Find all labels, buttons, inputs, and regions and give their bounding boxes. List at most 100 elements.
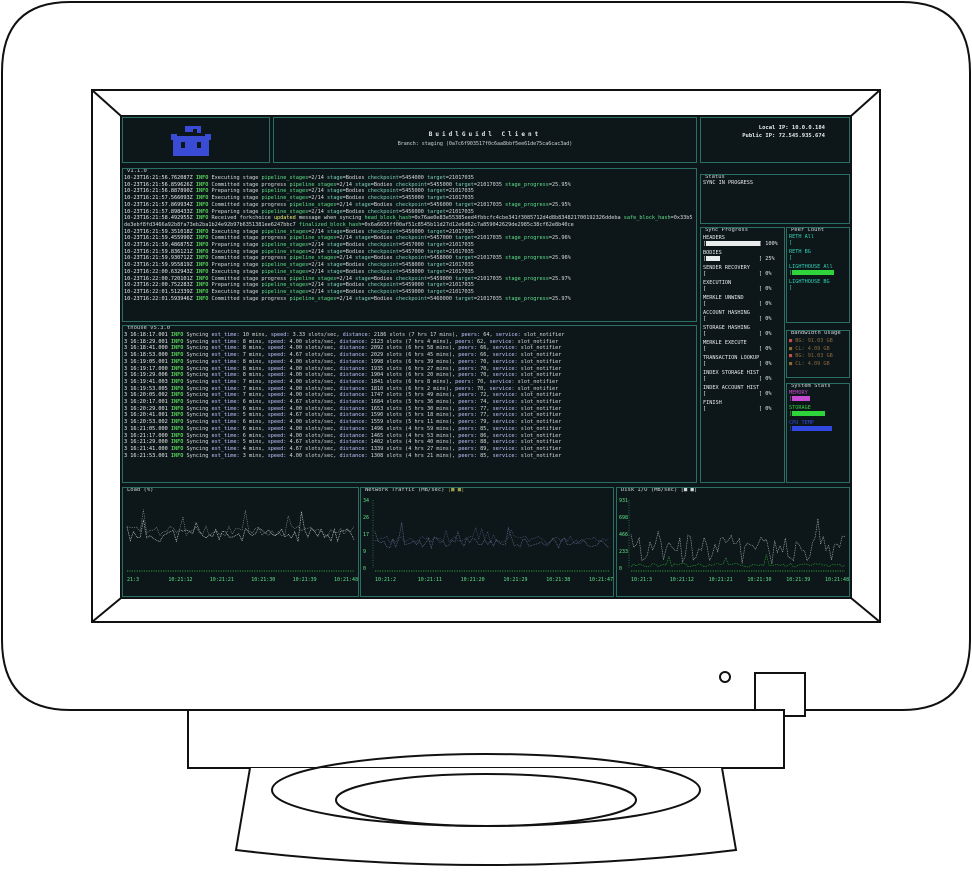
log-timestamp: 3 16:18:29.001: [124, 338, 171, 345]
log-segment: checkpoint: [395, 255, 428, 262]
log-key: service:: [492, 365, 518, 372]
log-value: 79,: [476, 419, 493, 426]
log-key: speed:: [267, 419, 287, 426]
log-key: service:: [492, 405, 518, 412]
log-key: distance:: [339, 358, 368, 365]
log-key: distance:: [342, 332, 371, 338]
log-value: 4.00 slots/sec,: [286, 452, 340, 459]
log-verb: Syncing: [183, 345, 212, 352]
log-segment: =21017035: [445, 188, 474, 195]
log-key: distance:: [339, 445, 368, 452]
log-key: est_time:: [211, 452, 240, 459]
log-value: slot_notifier: [517, 412, 562, 419]
log-level: INFO: [170, 439, 184, 446]
log-segment: 10-23T16:21:57.869934Z: [124, 201, 196, 208]
reth-log-line: 10-23T16:21:59.955819Z INFO Preparing st…: [124, 262, 693, 269]
log-segment: =5459000: [398, 288, 428, 295]
log-verb: Syncing: [183, 439, 212, 446]
sync-stage-row: [] 0%: [703, 346, 784, 353]
log-value: 2029 slots (6 hrs 45 mins),: [367, 352, 459, 359]
reth-log-line: 10-23T16:22:01.593946Z INFO Committed st…: [124, 296, 693, 303]
log-value: 1935 slots (6 hrs 27 mins),: [367, 365, 459, 372]
reth-log-panel[interactable]: v1.1.0 10-23T16:21:56.762087Z INFO Execu…: [122, 168, 697, 322]
peer-bar-row: [: [789, 285, 849, 292]
x-tick-label: 10:21:30: [251, 577, 275, 583]
log-key: distance:: [339, 425, 368, 432]
log-segment: =21017035: [445, 262, 474, 269]
log-value: 4.00 slots/sec,: [286, 392, 340, 399]
sync-stage-pct: ] 0%: [759, 391, 772, 397]
log-segment: =25.95%: [548, 201, 571, 208]
log-segment: pipeline_stages: [261, 175, 309, 181]
log-value: 1684 slots (5 hrs 36 mins),: [367, 399, 459, 406]
system-stats-title: System Stats: [790, 383, 832, 389]
log-value: slot_notifier: [517, 419, 562, 426]
reth-log-line: 10-23T16:21:57.869934Z INFO Committed st…: [124, 202, 693, 209]
public-ip: Public IP: 72.545.935.674: [742, 133, 825, 139]
lighthouse-log-line: 3 16:19:41.003 INFO Syncing est_time: 7 …: [124, 379, 564, 386]
log-segment: =Bodies: [370, 181, 396, 188]
lighthouse-log-line: 3 16:20:41.001 INFO Syncing est_time: 5 …: [124, 412, 564, 419]
log-key: peers:: [458, 399, 477, 406]
log-value: 1465 slots (4 hrs 53 mins),: [367, 432, 459, 439]
y-tick-label: 17: [363, 532, 369, 538]
log-segment: checkpoint: [395, 181, 428, 188]
log-value: slot_notifier: [520, 332, 565, 338]
log-key: est_time:: [211, 419, 240, 426]
log-segment: message when syncing: [295, 215, 365, 222]
y-tick-label: 0: [619, 566, 622, 572]
log-value: 1402 slots (4 hrs 40 mins),: [367, 439, 459, 446]
log-value: slot_notifier: [517, 432, 562, 439]
log-segment: =2/14: [308, 188, 328, 195]
log-key: speed:: [267, 338, 287, 345]
log-segment: pipeline_stages: [289, 255, 337, 262]
log-key: est_time:: [211, 425, 240, 432]
log-value: 4.67 slots/sec,: [286, 399, 340, 406]
disk-chart: 931 698 466 233 0 10:21:3 10:21:12 10:21:21 10:2…: [619, 498, 849, 583]
log-value: 77,: [476, 405, 493, 412]
branch-label: Branch: staging (0a7c6f903517f0c6aa8bbf5…: [397, 141, 573, 147]
log-segment: =21017035: [473, 235, 506, 242]
log-level: INFO: [170, 412, 184, 419]
log-segment: =Bodies: [342, 262, 368, 269]
log-segment: Preparing stage: [208, 242, 262, 249]
log-segment: Received forkchoice: [208, 215, 274, 222]
log-segment: =21017035: [445, 288, 474, 295]
log-value: 6 mins,: [239, 425, 268, 432]
log-segment: pipeline_stages: [261, 268, 309, 275]
log-timestamp: 3 16:20:53.002: [124, 419, 171, 426]
log-key: est_time:: [211, 332, 240, 338]
log-segment: 10-23T16:21:59.955819Z: [124, 262, 196, 269]
log-level: INFO: [170, 399, 184, 406]
disk-chart-panel: Disk I/O (MB/sec) [■ ■] 931 698 466 233 0 10:…: [616, 487, 850, 597]
log-key: speed:: [267, 399, 287, 406]
log-key: speed:: [267, 412, 287, 419]
log-segment: INFO: [195, 195, 209, 202]
log-key: est_time:: [211, 365, 240, 372]
log-segment: target: [427, 228, 446, 235]
load-chart-panel: Load (%) 21:3 10:21:12 10:21:21 10:21:30 10:…: [122, 487, 359, 597]
lighthouse-log-panel[interactable]: thouse v5.3.0 3 16:18:17.001 INFO Syncin…: [122, 325, 697, 483]
log-segment: stage: [327, 175, 343, 181]
sync-stage-row: [] 0%: [703, 271, 784, 278]
log-level: INFO: [170, 338, 184, 345]
log-segment: stage: [327, 282, 343, 289]
log-key: peers:: [458, 405, 477, 412]
log-segment: =5455000: [427, 181, 456, 188]
log-key: peers:: [458, 365, 477, 372]
peer-bar-row: [: [789, 240, 849, 247]
log-value: 6 mins,: [239, 405, 268, 412]
log-key: service:: [492, 358, 518, 365]
log-segment: 10-23T16:21:59.455990Z: [124, 235, 196, 242]
bandwidth-list: ■ BG: 91.03 GB ■ CL: 4.09 GB ■ BG: 91.03 G…: [789, 338, 849, 368]
log-value: 7 mins,: [239, 352, 268, 359]
log-segment: =5460000: [427, 295, 456, 302]
lighthouse-log-line: 3 16:18:41.000 INFO Syncing est_time: 8 …: [124, 345, 564, 352]
log-key: speed:: [267, 445, 287, 452]
log-key: service:: [492, 345, 518, 352]
lighthouse-log-line: 3 16:18:53.000 INFO Syncing est_time: 7 …: [124, 352, 564, 359]
log-segment: =21017035: [445, 268, 474, 275]
log-verb: Syncing: [183, 445, 212, 452]
log-key: distance:: [339, 412, 368, 419]
log-verb: Syncing: [183, 372, 212, 379]
